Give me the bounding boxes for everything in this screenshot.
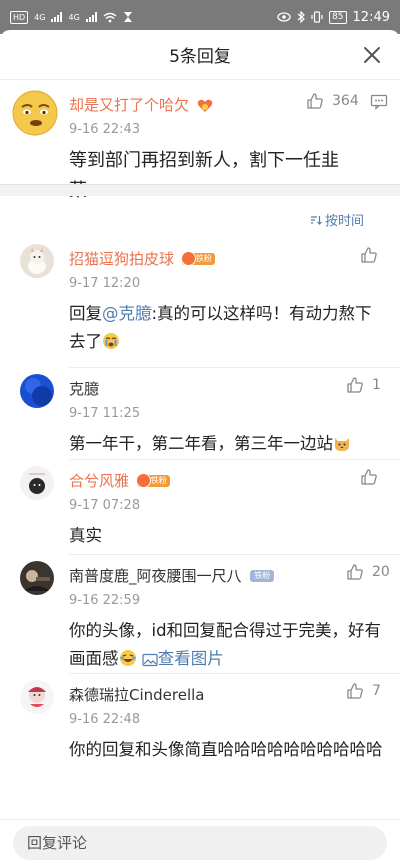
status-time: 12:49 <box>352 9 390 25</box>
reply-text: 第一年干，第二年看，第三年一边站 <box>69 430 387 458</box>
fan-heart-icon <box>197 99 213 112</box>
reply-username-label: 克臆 <box>69 380 100 398</box>
reply-username[interactable]: 合兮风雅 铁粉 <box>69 470 170 491</box>
laugh-cry-emoji-icon <box>119 650 136 666</box>
reply-item: 合兮风雅 铁粉 9-17 07:28 真实 <box>0 460 400 555</box>
main-time: 9-16 22:43 <box>69 122 141 137</box>
reply-like-count: 1 <box>372 377 381 393</box>
fan-badge: 铁粉 <box>180 250 215 266</box>
reply-like-count: 20 <box>372 564 390 580</box>
thumb-up-icon <box>361 247 377 263</box>
reply-avatar[interactable] <box>20 680 54 714</box>
reply-avatar[interactable] <box>20 466 54 500</box>
reply-body: 第一年干，第二年看，第三年一边站 <box>69 434 333 453</box>
thumb-up-icon <box>347 377 363 393</box>
sheet-header: 5条回复 <box>0 30 400 80</box>
net-label-1: 4G <box>34 12 46 22</box>
heart-badge-icon <box>135 472 151 488</box>
fan-badge: 铁粉 <box>135 472 170 488</box>
hd-chip-1: HD <box>10 10 29 24</box>
mention-link[interactable]: @克臆 <box>102 304 152 323</box>
reply-time: 9-16 22:59 <box>69 593 141 608</box>
reply-text: 真实 <box>69 522 387 550</box>
main-username-label: 却是又打了个哈欠 <box>69 96 190 114</box>
thumb-up-icon <box>307 93 323 109</box>
reply-username-label: 合兮风雅 <box>69 472 130 490</box>
signal-icon-2 <box>85 12 97 22</box>
sort-row: 按时间 <box>0 206 400 230</box>
cat-emoji-icon <box>335 438 349 451</box>
reply-like-button[interactable]: 20 <box>346 563 390 581</box>
battery-indicator: 85 <box>329 10 347 24</box>
eye-icon <box>277 12 291 22</box>
reply-username[interactable]: 招猫逗狗拍皮球 铁粉 <box>69 248 215 269</box>
bluetooth-icon <box>297 11 305 23</box>
hourglass-icon <box>123 12 132 22</box>
reply-username[interactable]: 森德瑞拉Cinderella <box>69 684 205 705</box>
reply-like-button[interactable] <box>360 468 378 486</box>
reply-username-label: 南普度鹿_阿夜腰围一尺八 <box>69 567 242 585</box>
net-label-2: 4G <box>68 12 80 22</box>
reply-item: 克臆 9-17 11:25 第一年干，第二年看，第三年一边站 1 <box>0 368 400 460</box>
reply-list: 招猫逗狗拍皮球 铁粉 9-17 12:20 回复@克臆:真的可以这样吗！有动力熬… <box>0 238 400 794</box>
reply-prefix: 回复 <box>69 304 102 323</box>
reply-time: 9-17 07:28 <box>69 498 141 513</box>
fan-badge-label: 铁粉 <box>150 475 167 485</box>
main-like-count: 364 <box>332 93 359 109</box>
sheet-title: 5条回复 <box>169 47 231 67</box>
reply-bubble-icon[interactable] <box>370 94 388 110</box>
thumb-up-icon <box>347 683 363 699</box>
reply-username[interactable]: 南普度鹿_阿夜腰围一尺八 铁粉 <box>69 565 275 586</box>
reply-time: 9-17 12:20 <box>69 276 141 291</box>
view-image-link[interactable]: 查看图片 <box>142 649 224 668</box>
reply-avatar[interactable] <box>20 244 54 278</box>
crying-emoji-icon <box>103 333 119 349</box>
section-gap <box>0 184 400 196</box>
reply-body: 你的头像，id和回复配合得过于完美，好有画面感 <box>69 621 382 668</box>
reply-body: 真实 <box>69 526 102 545</box>
image-icon <box>142 653 158 667</box>
reply-item: 南普度鹿_阿夜腰围一尺八 铁粉 9-16 22:59 你的头像，id和回复配合得… <box>0 555 400 674</box>
reply-avatar[interactable] <box>20 561 54 595</box>
reply-like-count: 7 <box>372 683 381 699</box>
reply-username-label: 森德瑞拉Cinderella <box>69 686 205 704</box>
reply-like-button[interactable]: 1 <box>346 376 381 394</box>
thumb-up-icon <box>347 564 363 580</box>
fan-badge-label: 铁粉 <box>195 253 212 263</box>
status-left: HD 4G 4G <box>10 10 133 24</box>
bottom-input-bar <box>0 819 400 867</box>
reply-avatar[interactable] <box>20 374 54 408</box>
reply-like-button[interactable] <box>360 246 378 264</box>
main-username[interactable]: 却是又打了个哈欠 <box>69 94 213 115</box>
reply-like-button[interactable]: 7 <box>346 682 381 700</box>
vibrate-icon <box>311 11 323 23</box>
reply-time: 9-17 11:25 <box>69 406 141 421</box>
main-avatar[interactable] <box>12 90 58 136</box>
heart-badge-icon <box>180 250 196 266</box>
reply-time: 9-16 22:48 <box>69 712 141 727</box>
main-like-button[interactable]: 364 <box>306 92 359 110</box>
wifi-icon <box>103 12 117 22</box>
reply-body: 你的回复和头像简直哈哈哈哈哈哈哈哈哈哈 <box>69 740 383 759</box>
view-image-label: 查看图片 <box>157 649 224 668</box>
reply-text: 你的头像，id和回复配合得过于完美，好有画面感 查看图片 <box>69 617 387 673</box>
fan-badge: 铁粉 <box>250 569 275 582</box>
reply-text: 回复@克臆:真的可以这样吗！有动力熬下去了 <box>69 300 387 356</box>
reply-text: 你的回复和头像简直哈哈哈哈哈哈哈哈哈哈 <box>69 736 387 764</box>
sort-label: 按时间 <box>324 214 364 229</box>
close-icon[interactable] <box>360 43 384 67</box>
reply-item: 森德瑞拉Cinderella 9-16 22:48 你的回复和头像简直哈哈哈哈哈… <box>0 674 400 794</box>
signal-icon <box>51 12 63 22</box>
reply-username-label: 招猫逗狗拍皮球 <box>69 250 175 268</box>
status-right: 85 12:49 <box>277 10 390 25</box>
sort-by-time-button[interactable]: 按时间 <box>310 210 364 229</box>
reply-item: 招猫逗狗拍皮球 铁粉 9-17 12:20 回复@克臆:真的可以这样吗！有动力熬… <box>0 238 400 368</box>
reply-comment-input[interactable] <box>13 826 387 860</box>
sort-icon <box>310 215 322 225</box>
status-bar: HD 4G 4G 85 12:49 <box>0 0 400 34</box>
main-text: 等到部门再招到新人，割下一任韭菜…… <box>69 150 339 201</box>
reply-username[interactable]: 克臆 <box>69 378 99 399</box>
thumb-up-icon <box>361 469 377 485</box>
